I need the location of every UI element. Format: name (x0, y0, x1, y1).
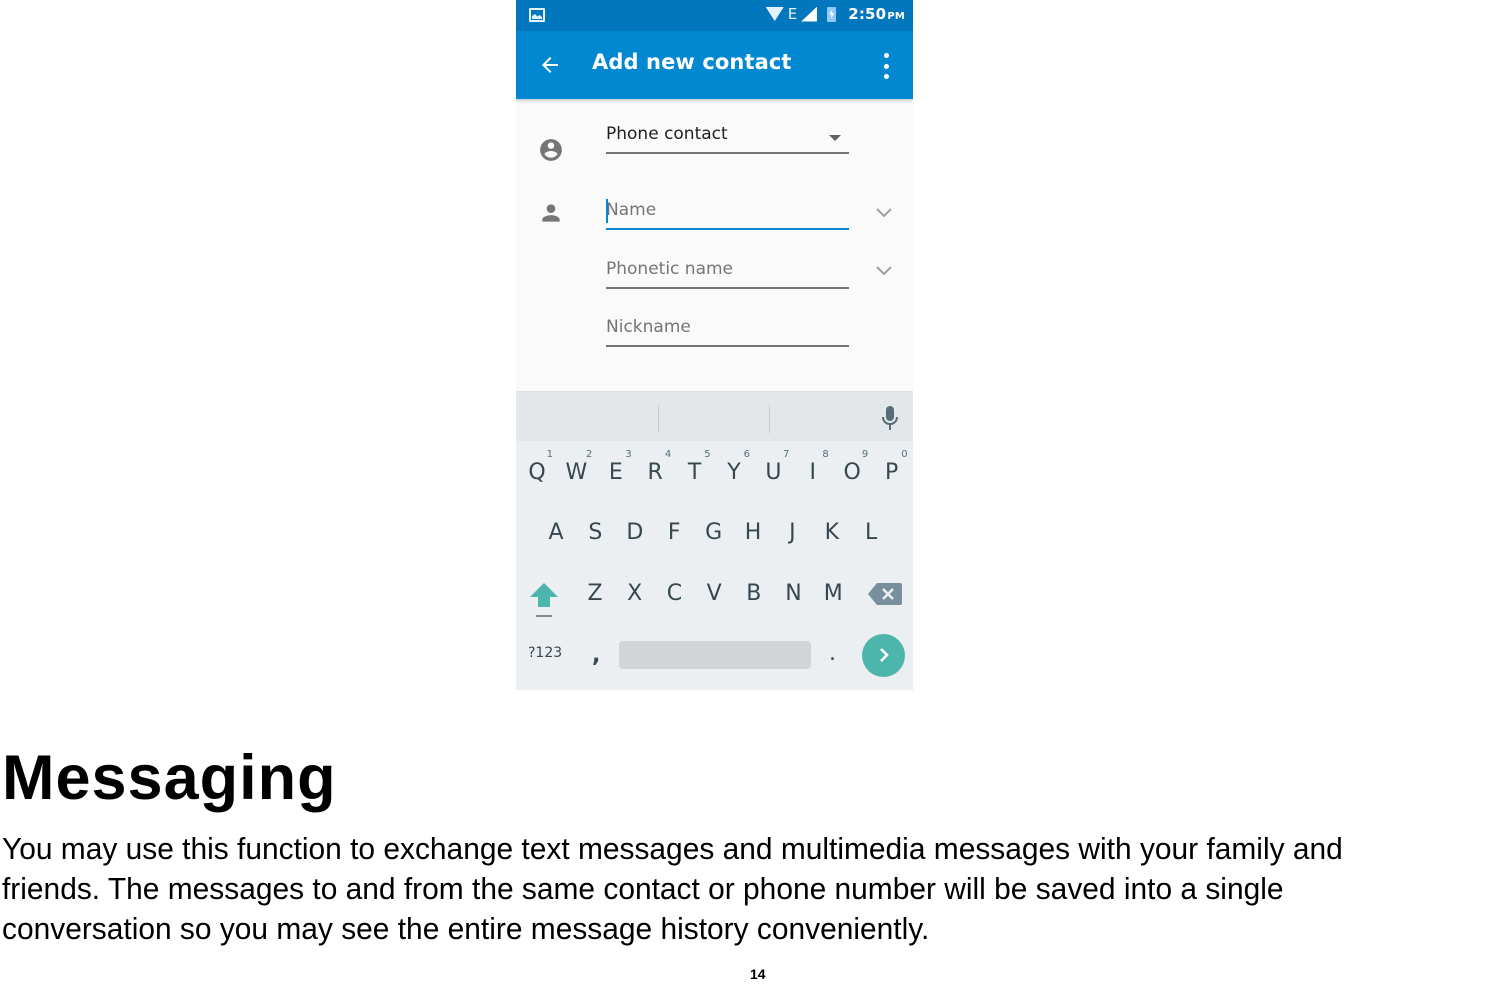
key-hint: 1 (546, 449, 553, 460)
key-k[interactable]: K (813, 513, 851, 553)
more-vert-icon[interactable] (881, 53, 891, 79)
key-label: U (765, 460, 782, 485)
account-circle-icon (540, 139, 562, 161)
shift-icon[interactable] (528, 581, 560, 619)
wifi-icon (765, 7, 784, 21)
key-hint: 3 (625, 449, 632, 460)
image-notification-icon (529, 8, 545, 22)
account-selector[interactable]: Phone contact (606, 120, 849, 154)
key-hint: 6 (743, 449, 750, 460)
account-selector-value: Phone contact (606, 124, 728, 144)
key-label: Y (727, 460, 741, 485)
backspace-icon[interactable] (868, 583, 902, 605)
key-hint: 8 (822, 449, 829, 460)
key-w[interactable]: W2 (557, 449, 595, 493)
signal-icon (801, 6, 818, 22)
key-hint: 7 (783, 449, 790, 460)
key-hint: 4 (664, 449, 672, 460)
key-v[interactable]: V (695, 574, 733, 614)
space-bar[interactable] (619, 641, 811, 669)
page-number: 14 (750, 966, 766, 982)
suggestion-divider (769, 405, 770, 433)
body-line: You may use this function to exchange te… (2, 831, 1343, 866)
phone-screenshot: E 2:50PM Add new contact Phone contact N… (516, 0, 913, 690)
key-f[interactable]: F (655, 513, 693, 553)
key-label: Q (528, 460, 546, 485)
key-c[interactable]: C (655, 574, 693, 614)
period-key[interactable]: . (829, 641, 836, 666)
battery-charging-icon (827, 6, 837, 22)
text-cursor (606, 199, 608, 223)
body-line: friends. The messages to and from the sa… (2, 871, 1284, 906)
key-label: P (884, 460, 899, 485)
soft-keyboard: Q1W2E3R4T5Y6U7I8O9P0 ASDFGHJKL ZXCVBNM ?… (516, 391, 913, 690)
contact-form: Phone contact Name Phonetic name Nicknam… (516, 99, 913, 391)
section-heading: Messaging (2, 743, 337, 813)
status-bar: E 2:50PM (516, 0, 913, 31)
key-d[interactable]: D (616, 513, 654, 553)
chevron-right-icon (880, 648, 889, 662)
key-label: T (687, 460, 702, 485)
key-t[interactable]: T5 (676, 449, 714, 493)
dropdown-arrow-icon (829, 135, 841, 141)
key-p[interactable]: P0 (873, 449, 911, 493)
key-l[interactable]: L (852, 513, 890, 553)
key-n[interactable]: N (775, 574, 813, 614)
key-u[interactable]: U7 (754, 449, 792, 493)
body-line: conversation so you may see the entire m… (2, 911, 930, 946)
nickname-placeholder: Nickname (606, 317, 691, 337)
name-field[interactable]: Name (606, 196, 849, 230)
key-hint: 2 (586, 449, 593, 460)
key-label: O (843, 460, 861, 485)
key-z[interactable]: Z (576, 574, 614, 614)
key-e[interactable]: E3 (597, 449, 635, 493)
app-bar: Add new contact (516, 31, 913, 99)
suggestion-strip (516, 391, 913, 441)
network-type: E (787, 5, 798, 23)
next-button[interactable] (862, 634, 905, 677)
key-b[interactable]: B (735, 574, 773, 614)
section-body: You may use this function to exchange te… (2, 829, 1445, 949)
key-i[interactable]: I8 (794, 449, 832, 493)
key-hint: 9 (861, 449, 869, 460)
clock-ampm: PM (887, 11, 905, 22)
key-h[interactable]: H (734, 513, 772, 553)
key-label: E (608, 460, 623, 485)
chevron-down-icon[interactable] (876, 208, 892, 218)
clock-time: 2:50 (848, 5, 887, 23)
status-clock: 2:50PM (848, 5, 905, 23)
chevron-down-icon[interactable] (876, 266, 892, 276)
key-y[interactable]: Y6 (715, 449, 753, 493)
key-a[interactable]: A (537, 513, 575, 553)
nickname-field[interactable]: Nickname (606, 313, 849, 347)
key-j[interactable]: J (773, 513, 811, 553)
key-s[interactable]: S (576, 513, 614, 553)
key-hint: 0 (901, 449, 908, 460)
arrow-back-icon[interactable] (538, 53, 562, 77)
key-g[interactable]: G (695, 513, 733, 553)
key-x[interactable]: X (616, 574, 654, 614)
key-label: I (809, 460, 817, 485)
microphone-icon[interactable] (880, 405, 900, 431)
key-r[interactable]: R4 (636, 449, 674, 493)
key-q[interactable]: Q1 (518, 449, 556, 493)
page-title: Add new contact (592, 50, 792, 74)
name-placeholder: Name (606, 200, 657, 220)
key-hint: 5 (704, 449, 711, 460)
suggestion-divider (658, 405, 659, 433)
key-label: W (565, 460, 588, 485)
symbols-key[interactable]: ?123 (528, 645, 562, 661)
key-o[interactable]: O9 (833, 449, 871, 493)
phonetic-name-placeholder: Phonetic name (606, 259, 734, 279)
phonetic-name-field[interactable]: Phonetic name (606, 255, 849, 289)
comma-key[interactable]: , (592, 643, 600, 668)
key-label: R (647, 460, 663, 485)
key-m[interactable]: M (814, 574, 852, 614)
person-icon (542, 204, 560, 222)
